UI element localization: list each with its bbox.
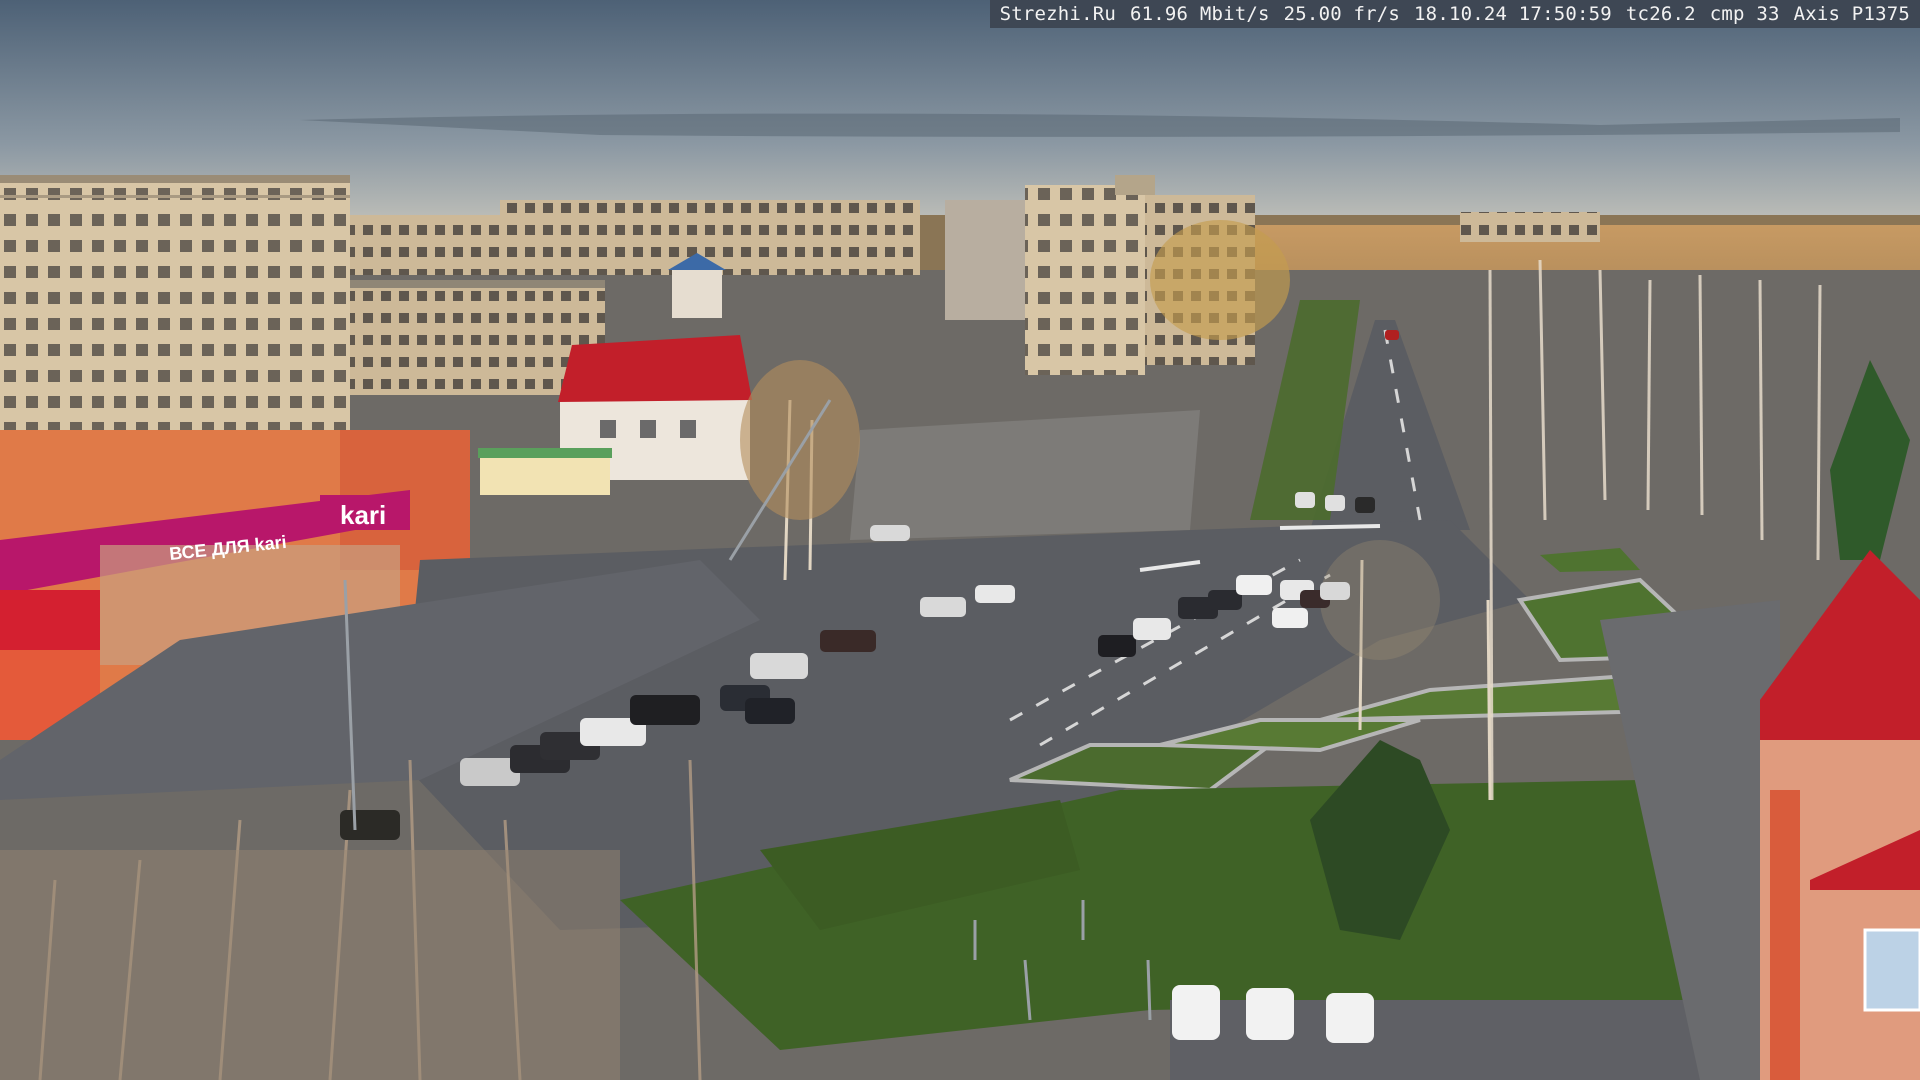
osd-tc: tc26.2 [1625, 3, 1696, 25]
osd-site: Strezhi.Ru [999, 3, 1116, 25]
osd-bitrate: 61.96 Mbit/s [1129, 3, 1270, 25]
osd-cmp: cmp 33 [1709, 3, 1780, 25]
osd-datetime: 18.10.24 17:50:59 [1414, 3, 1612, 25]
plaza [850, 410, 1200, 540]
camera-frame: kari ВСЕ ДЛЯ kari Strezhi.Ru 61.96 Mbit/s… [0, 0, 1920, 1080]
city-scene: kari ВСЕ ДЛЯ kari [0, 0, 1920, 1080]
osd-camera-model: Axis P1375 [1793, 3, 1910, 25]
kari-sign: kari [340, 500, 386, 530]
camera-osd-overlay: Strezhi.Ru 61.96 Mbit/s 25.00 fr/s 18.10.24… [989, 0, 1920, 28]
osd-framerate: 25.00 fr/s [1283, 3, 1401, 25]
